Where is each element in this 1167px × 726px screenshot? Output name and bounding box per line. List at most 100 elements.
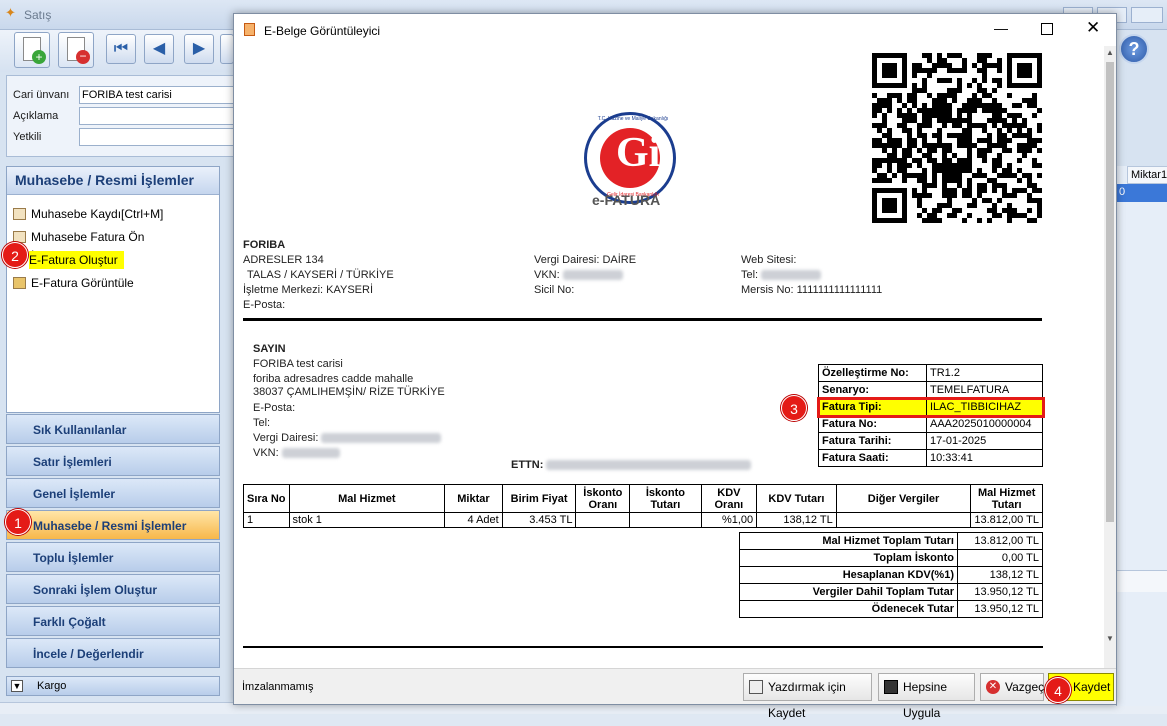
invoice-totals-table: Mal Hizmet Toplam Tutarı 13.812,00 TL Top… — [739, 532, 1043, 618]
menu-item-fatura-on-izleme[interactable]: Muhasebe Fatura Ön İzleme[Ctrl+I] — [9, 227, 217, 264]
menu-item-muhasebe-kaydi[interactable]: Muhasebe Kaydı[Ctrl+M] — [9, 204, 217, 224]
redacted-value — [761, 270, 822, 281]
col-diger-vergiler: Diğer Vergiler — [835, 484, 972, 513]
qr-pattern — [872, 53, 1042, 223]
buyer-tel: Tel: — [253, 417, 271, 429]
signature-status: İmzalanmamış — [242, 681, 314, 693]
seller-vkn-row: VKN: — [534, 269, 623, 281]
seller-tel-label: Tel: — [741, 269, 759, 281]
cell-isk-oran — [575, 512, 631, 528]
maximize-icon[interactable] — [1041, 23, 1053, 35]
aciklama-input[interactable] — [79, 107, 235, 125]
nav-group-sonraki-islem[interactable]: Sonraki İşlem Oluştur — [6, 574, 220, 604]
bg-close-button[interactable] — [1131, 7, 1163, 23]
menu-item-efatura-olustur[interactable]: E-Fatura Oluştur — [9, 250, 217, 270]
line-row: 1 stok 1 4 Adet 3.453 TL %1,00 138,12 TL… — [243, 512, 1043, 528]
meta-key: Fatura Tarihi: — [818, 432, 927, 450]
total-value: 0,00 TL — [957, 549, 1043, 567]
help-icon[interactable]: ? — [1119, 34, 1149, 64]
seller-name: FORIBA — [243, 239, 286, 251]
buyer-name: FORIBA test carisi — [253, 358, 343, 370]
nav-group-sik-kullanilanlar[interactable]: Sık Kullanılanlar — [6, 414, 220, 444]
next-record-button[interactable]: ▶ — [184, 34, 214, 64]
viewer-vertical-scrollbar[interactable]: ▲ ▼ — [1104, 46, 1116, 668]
chevron-down-icon[interactable]: ▼ — [11, 680, 23, 692]
cell-miktar: 4 Adet — [444, 512, 503, 528]
meta-key: Fatura Saati: — [818, 449, 927, 467]
dialog-title: E-Belge Görüntüleyici — [264, 24, 381, 38]
button-label: Kaydet — [1073, 680, 1111, 694]
dialog-titlebar: E-Belge Görüntüleyici — ✕ — [234, 14, 1116, 46]
invoice-paper: Gi T.C. Hazine ve Maliye Bakanlığı Gelir… — [234, 46, 1104, 668]
seller-branch: İşletme Merkezi: KAYSERİ — [243, 284, 373, 296]
scroll-down-icon[interactable]: ▼ — [1106, 634, 1114, 643]
total-label: Mal Hizmet Toplam Tutarı — [739, 532, 958, 550]
invoice-lines-table: Sıra No Mal Hizmet Miktar Birim Fiyat İs… — [243, 484, 1043, 528]
divider — [243, 318, 1042, 321]
meta-row: Senaryo: TEMELFATURA — [818, 381, 1043, 399]
meta-row: Fatura No: AAA2025010000004 — [818, 415, 1043, 433]
nav-group-toplu-islemler[interactable]: Toplu İşlemler — [6, 542, 220, 572]
scroll-thumb[interactable] — [1106, 62, 1114, 522]
close-icon[interactable]: ✕ — [1086, 18, 1100, 38]
meta-value: TR1.2 — [926, 364, 1043, 382]
delete-record-button[interactable]: − — [58, 32, 94, 68]
column-header-miktar1[interactable]: Miktar1 — [1127, 166, 1167, 184]
cell-diger — [835, 512, 972, 528]
prev-record-button[interactable]: ◀ — [144, 34, 174, 64]
seller-web: Web Sitesi: — [741, 254, 797, 266]
grid-selected-cell[interactable]: 0 — [1117, 184, 1167, 202]
total-label: Ödenecek Tutar — [739, 600, 958, 618]
redacted-value — [546, 460, 752, 471]
meta-row: Fatura Tarihi: 17-01-2025 — [818, 432, 1043, 450]
minimize-icon[interactable]: — — [994, 20, 1008, 36]
col-kdv-orani: KDV Oranı — [700, 484, 758, 513]
print-save-button[interactable]: Yazdırmak için Kaydet — [743, 673, 872, 720]
cell-isk-tutar — [629, 512, 702, 528]
lines-header-row: Sıra No Mal Hizmet Miktar Birim Fiyat İs… — [243, 484, 1043, 513]
panel-title: Muhasebe / Resmi İşlemler — [7, 167, 219, 195]
app-logo-icon: ✦ — [5, 5, 16, 20]
grid-footer — [1117, 570, 1167, 592]
scroll-up-icon[interactable]: ▲ — [1106, 48, 1114, 57]
nav-group-incele[interactable]: İncele / Değerlendir — [6, 638, 220, 668]
cari-input[interactable]: FORIBA test carisi — [79, 86, 235, 104]
yetkili-input[interactable] — [79, 128, 235, 146]
cell-kdv-tutar: 138,12 TL — [756, 512, 837, 528]
first-record-button[interactable]: ⏮ — [106, 34, 136, 64]
new-record-button[interactable]: + — [14, 32, 50, 68]
button-label: Vazgeç — [1005, 680, 1045, 694]
seller-tel-row: Tel: — [741, 269, 822, 281]
accounting-actions-panel: Muhasebe / Resmi İşlemler Muhasebe Kaydı… — [6, 166, 220, 413]
kargo-bar[interactable]: ▼ Kargo — [6, 676, 220, 696]
meta-value: ILAC_TIBBICIHAZ — [926, 398, 1043, 416]
nav-group-muhasebe[interactable]: Muhasebe / Resmi İşlemler — [6, 510, 220, 540]
seller-address1: ADRESLER 134 — [243, 254, 324, 266]
qr-code — [872, 53, 1042, 223]
dialog-footer: İmzalanmamış Yazdırmak için Kaydet Hepsi… — [234, 668, 1116, 720]
meta-row: Özelleştirme No: TR1.2 — [818, 364, 1043, 382]
grid-right-strip: Miktar1 0 — [1116, 166, 1167, 706]
buyer-tax-label: Vergi Dairesi: — [253, 432, 319, 444]
ebelge-viewer-dialog: E-Belge Görüntüleyici — ✕ Gi T.C. Hazine… — [233, 13, 1117, 720]
cancel-button[interactable]: ✕ Vazgeç — [980, 673, 1044, 701]
col-kdv-tutari: KDV Tutarı — [756, 484, 837, 513]
button-label: Yazdırmak için Kaydet — [768, 680, 846, 720]
nav-group-farkli-cogalt[interactable]: Farklı Çoğalt — [6, 606, 220, 636]
redacted-value — [321, 433, 442, 444]
meta-key: Fatura Tipi: — [818, 398, 927, 416]
buyer-heading: SAYIN — [253, 343, 286, 355]
menu-item-label: E-Fatura Görüntüle — [31, 276, 134, 290]
col-iskonto-orani: İskonto Oranı — [575, 484, 631, 513]
total-row: Toplam İskonto 0,00 TL — [739, 549, 1043, 567]
total-value: 138,12 TL — [957, 566, 1043, 584]
app-toolbar: + − ⏮ ◀ ▶ — [0, 30, 240, 72]
kargo-label: Kargo — [37, 680, 67, 692]
last-record-button[interactable] — [220, 34, 234, 64]
step-badge-2: 2 — [2, 242, 28, 268]
nav-group-genel-islemler[interactable]: Genel İşlemler — [6, 478, 220, 508]
apply-all-button[interactable]: Hepsine Uygula — [878, 673, 975, 720]
invoice-meta-table: Özelleştirme No: TR1.2 Senaryo: TEMELFATUR… — [816, 364, 1045, 467]
menu-item-efatura-goruntule[interactable]: E-Fatura Görüntüle — [9, 273, 217, 293]
nav-group-satir-islemleri[interactable]: Satır İşlemleri — [6, 446, 220, 476]
